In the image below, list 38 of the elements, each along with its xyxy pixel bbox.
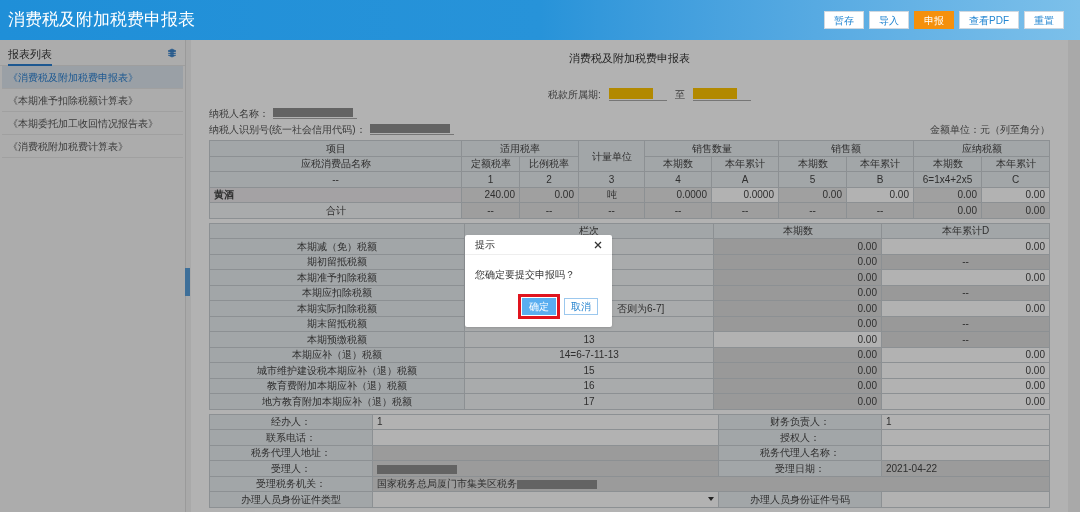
sidebar-item[interactable]: 《消费税附加税费计算表》 — [2, 135, 183, 158]
field-label: 纳税人识别号(统一社会信用代码)： — [209, 122, 366, 137]
field-label: 经办人： — [209, 414, 373, 430]
toolbar-button[interactable]: 重置 — [1024, 11, 1064, 29]
field-label: 税款所属期: — [548, 87, 601, 102]
sidebar-item[interactable]: 《本期准予扣除税额计算表》 — [2, 89, 183, 112]
column-header: 适用税率 — [461, 140, 579, 156]
form-title: 消费税及附加税费申报表 — [568, 51, 691, 65]
collapse-handle[interactable] — [185, 268, 190, 296]
dialog-message: 您确定要提交申报吗？ — [474, 268, 576, 282]
column-header: 销售额 — [778, 140, 914, 156]
column-header: 本期数 — [713, 223, 882, 239]
caret-icon — [708, 497, 714, 502]
period-start-field[interactable] — [608, 87, 667, 101]
dialog-title: 提示 — [475, 238, 495, 252]
cancel-button[interactable]: 取消 — [564, 298, 598, 315]
field-label: 财务负责人： — [718, 414, 882, 430]
period-end-field[interactable] — [692, 87, 751, 101]
field-value: 国家税务总局厦门市集美区税务 — [377, 478, 517, 490]
toolbar-button[interactable]: 暂存 — [824, 11, 864, 29]
column-header: 本年累计D — [881, 223, 1050, 239]
unit-note: 金额单位：元（列至角分） — [930, 122, 1050, 137]
layers-icon — [167, 47, 177, 58]
sidebar-item[interactable]: 《本期委托加工收回情况报告表》 — [2, 112, 183, 135]
app-title: 消费税及附加税费申报表 — [8, 9, 195, 32]
column-header: 计量单位 — [578, 140, 645, 172]
input-field[interactable]: 1 — [881, 414, 1050, 430]
field-value: 1 — [377, 416, 383, 428]
sidebar-item[interactable]: 《消费税及附加税费申报表》 — [2, 66, 183, 89]
column-header: 销售数量 — [644, 140, 779, 156]
column-header: 项目 — [209, 140, 462, 156]
input-field[interactable]: 1 — [372, 414, 719, 430]
close-icon[interactable] — [594, 240, 602, 249]
toolbar-button[interactable]: 查看PDF — [959, 11, 1019, 29]
field-label: 至 — [674, 87, 685, 102]
column-header: 应纳税额 — [913, 140, 1050, 156]
toolbar-button[interactable]: 导入 — [869, 11, 909, 29]
field-label: 纳税人名称： — [209, 106, 269, 121]
